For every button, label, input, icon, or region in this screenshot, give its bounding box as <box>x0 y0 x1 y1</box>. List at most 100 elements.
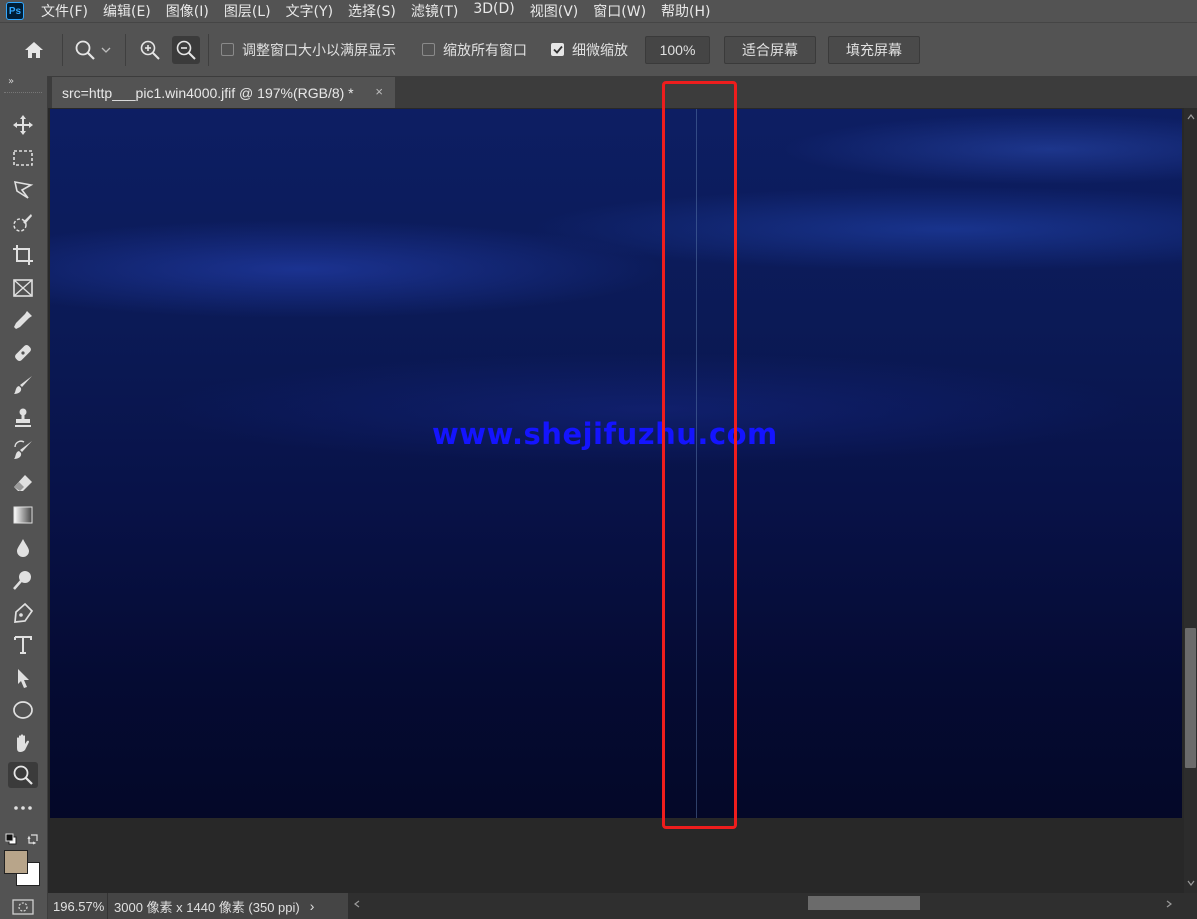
pen-icon <box>14 602 34 623</box>
scrubby-zoom-checkbox[interactable] <box>551 43 564 56</box>
close-icon[interactable]: × <box>375 84 383 99</box>
ellipse-tool[interactable] <box>8 697 38 723</box>
photoshop-logo: Ps <box>6 2 24 20</box>
menu-window[interactable]: 窗口(W) <box>593 1 646 21</box>
collapse-panel-icon[interactable]: » <box>8 76 14 87</box>
scroll-up-icon[interactable] <box>1187 114 1195 120</box>
status-menu-arrow[interactable]: › <box>310 898 315 914</box>
type-tool[interactable] <box>8 632 38 658</box>
horizontal-scroll-thumb[interactable] <box>808 896 920 910</box>
zoom-all-option[interactable]: 缩放所有窗口 <box>422 40 527 60</box>
menu-select[interactable]: 选择(S) <box>348 1 396 21</box>
magnifier-icon <box>13 765 33 785</box>
zoom-out-button[interactable] <box>172 35 200 64</box>
zoom-preset-dropdown[interactable] <box>99 36 113 64</box>
history-brush-tool[interactable] <box>8 437 38 463</box>
foreground-color-swatch[interactable] <box>4 850 28 874</box>
frame-tool[interactable] <box>8 275 38 301</box>
gradient-icon <box>13 506 33 524</box>
separator <box>125 33 126 66</box>
scrubby-zoom-label: 细微缩放 <box>572 42 628 59</box>
options-bar: 调整窗口大小以满屏显示 缩放所有窗口 细微缩放 100% 适合屏幕 填充屏幕 <box>0 22 1197 76</box>
swap-colors-button[interactable] <box>27 830 39 845</box>
home-icon <box>25 41 43 58</box>
dodge-tool[interactable] <box>8 567 38 593</box>
menu-edit[interactable]: 编辑(E) <box>103 1 151 21</box>
menu-view[interactable]: 视图(V) <box>530 1 579 21</box>
default-colors-button[interactable] <box>5 830 17 845</box>
menu-3d[interactable]: 3D(D) <box>473 1 514 21</box>
frame-icon <box>13 279 33 297</box>
zoom-in-button[interactable] <box>136 36 164 64</box>
menu-help[interactable]: 帮助(H) <box>661 1 710 21</box>
separator <box>208 33 209 66</box>
quick-select-tool[interactable] <box>8 210 38 236</box>
zoom-percent-field[interactable]: 100% <box>645 35 710 64</box>
eraser-tool[interactable] <box>8 470 38 496</box>
canvas-area[interactable]: www.shejifuzhu.com <box>48 81 1184 893</box>
document-tab[interactable]: src=http___pic1.win4000.jfif @ 197%(RGB/… <box>52 77 395 108</box>
clone-stamp-tool[interactable] <box>8 405 38 431</box>
type-icon <box>14 636 32 654</box>
polygonal-lasso-icon <box>13 180 34 199</box>
ellipsis-icon <box>14 806 32 810</box>
eraser-icon <box>14 475 32 491</box>
default-colors-icon <box>5 833 17 845</box>
marquee-tool[interactable] <box>8 145 38 171</box>
status-bar: 196.57% 3000 像素 x 1440 像素 (350 ppi) › <box>48 893 1197 919</box>
brush-icon <box>14 376 32 394</box>
menu-type[interactable]: 文字(Y) <box>286 1 333 21</box>
resize-windows-checkbox[interactable] <box>221 43 234 56</box>
zoom-all-checkbox[interactable] <box>422 43 435 56</box>
document-tab-bar: src=http___pic1.win4000.jfif @ 197%(RGB/… <box>48 76 1197 108</box>
chevron-down-icon <box>101 47 111 53</box>
history-brush-icon <box>14 440 32 459</box>
more-tools[interactable] <box>8 795 38 821</box>
zoom-all-label: 缩放所有窗口 <box>443 42 527 59</box>
home-button[interactable] <box>20 36 48 64</box>
dodge-icon <box>13 571 31 590</box>
fit-screen-button[interactable]: 适合屏幕 <box>724 35 816 64</box>
document-image[interactable]: www.shejifuzhu.com <box>50 109 1182 818</box>
zoom-icon <box>75 40 95 60</box>
eyedropper-icon <box>14 311 32 329</box>
menu-image[interactable]: 图像(I) <box>166 1 209 21</box>
lasso-tool[interactable] <box>8 177 38 203</box>
scroll-down-icon[interactable] <box>1187 880 1195 886</box>
checkmark-icon <box>552 45 563 54</box>
horizontal-scrollbar[interactable] <box>348 893 1197 919</box>
ellipse-icon <box>13 701 33 719</box>
resize-windows-option[interactable]: 调整窗口大小以满屏显示 <box>221 40 396 60</box>
menu-filter[interactable]: 滤镜(T) <box>411 1 458 21</box>
menu-bar: Ps 文件(F) 编辑(E) 图像(I) 图层(L) 文字(Y) 选择(S) 滤… <box>0 0 1197 22</box>
crop-tool[interactable] <box>8 242 38 268</box>
crop-icon <box>13 245 33 265</box>
menu-file[interactable]: 文件(F) <box>41 1 88 21</box>
scrubby-zoom-option[interactable]: 细微缩放 <box>551 40 628 60</box>
document-tab-title: src=http___pic1.win4000.jfif @ 197%(RGB/… <box>62 84 354 101</box>
move-icon <box>13 115 33 135</box>
healing-brush-tool[interactable] <box>8 340 38 366</box>
scroll-right-icon[interactable] <box>1166 900 1172 908</box>
zoom-tool[interactable] <box>8 762 38 788</box>
gradient-tool[interactable] <box>8 502 38 528</box>
pen-tool[interactable] <box>8 600 38 626</box>
vertical-scroll-thumb[interactable] <box>1185 628 1196 768</box>
eyedropper-tool[interactable] <box>8 307 38 333</box>
vertical-scrollbar[interactable] <box>1184 108 1197 893</box>
zoom-out-icon <box>176 40 196 60</box>
blur-tool[interactable] <box>8 535 38 561</box>
scroll-left-icon[interactable] <box>354 900 360 908</box>
quick-mask-icon <box>12 899 34 915</box>
brush-tool[interactable] <box>8 372 38 398</box>
panel-grip[interactable] <box>4 92 42 95</box>
hand-tool[interactable] <box>8 730 38 756</box>
path-select-tool[interactable] <box>8 665 38 691</box>
fill-screen-button[interactable]: 填充屏幕 <box>828 35 920 64</box>
zoom-level-field[interactable]: 196.57% <box>48 893 108 919</box>
quick-mask-button[interactable] <box>12 899 34 915</box>
zoom-preset-button[interactable] <box>71 36 99 64</box>
hand-icon <box>17 734 29 752</box>
menu-layer[interactable]: 图层(L) <box>224 1 271 21</box>
move-tool[interactable] <box>8 112 38 138</box>
